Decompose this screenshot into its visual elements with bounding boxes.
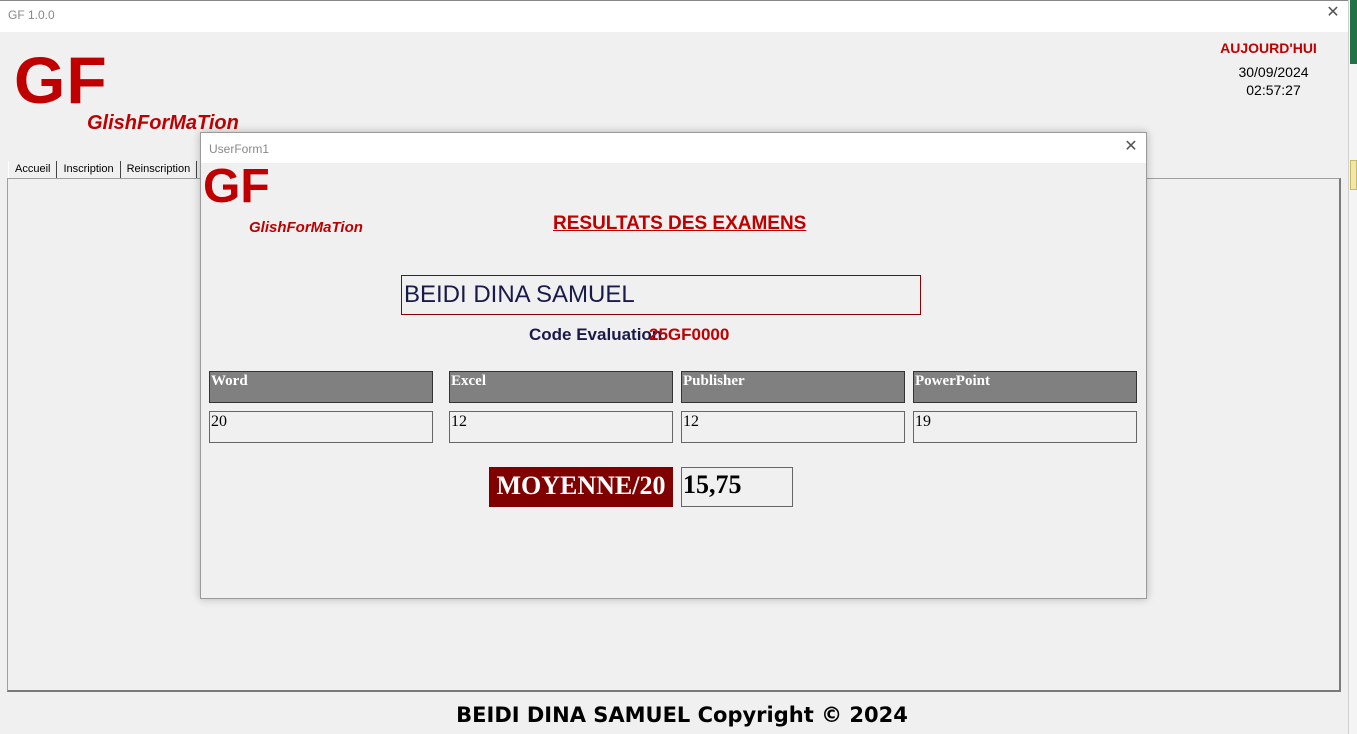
main-titlebar <box>0 0 1348 32</box>
tab-reinscription[interactable]: Reinscription <box>121 161 198 178</box>
average-label: MOYENNE/20 <box>489 467 673 507</box>
background-marker <box>1350 160 1357 190</box>
tab-inscription[interactable]: Inscription <box>57 161 121 178</box>
dialog-logo-subtitle: GlishForMaTion <box>249 219 363 236</box>
logo: GF <box>14 43 108 117</box>
subject-header-publisher: Publisher <box>681 371 905 403</box>
dialog-title: UserForm1 <box>209 142 270 156</box>
results-heading: RESULTATS DES EXAMENS <box>553 213 807 234</box>
today-date: 30/09/2024 <box>1238 64 1309 80</box>
score-field-publisher[interactable]: 12 <box>681 411 905 443</box>
student-name-field[interactable]: BEIDI DINA SAMUEL <box>401 275 921 315</box>
subject-header-powerpoint: PowerPoint <box>913 371 1137 403</box>
background-accent <box>1350 0 1357 64</box>
today-time: 02:57:27 <box>1246 82 1301 98</box>
tab-strip: Accueil Inscription Reinscription F <box>8 161 217 179</box>
close-icon[interactable]: ✕ <box>1325 5 1341 21</box>
background-strip <box>1348 0 1357 734</box>
close-icon[interactable]: ✕ <box>1123 139 1139 155</box>
code-evaluation-value: 25GF0000 <box>649 325 730 344</box>
window-title: GF 1.0.0 <box>8 8 55 22</box>
code-evaluation-label: Code Evaluation <box>529 325 663 344</box>
tab-accueil[interactable]: Accueil <box>8 161 58 178</box>
score-field-powerpoint[interactable]: 19 <box>913 411 1137 443</box>
subject-header-excel: Excel <box>449 371 673 403</box>
score-field-word[interactable]: 20 <box>209 411 433 443</box>
today-label: AUJOURD'HUI <box>1220 40 1317 56</box>
average-value-field[interactable]: 15,75 <box>681 467 793 507</box>
results-dialog: UserForm1 ✕ GF GlishForMaTion RESULTATS … <box>200 132 1147 599</box>
subject-header-word: Word <box>209 371 433 403</box>
score-field-excel[interactable]: 12 <box>449 411 673 443</box>
footer-copyright: BEIDI DINA SAMUEL Copyright © 2024 <box>456 703 908 727</box>
dialog-titlebar <box>201 133 1146 163</box>
dialog-logo: GF <box>203 160 270 213</box>
